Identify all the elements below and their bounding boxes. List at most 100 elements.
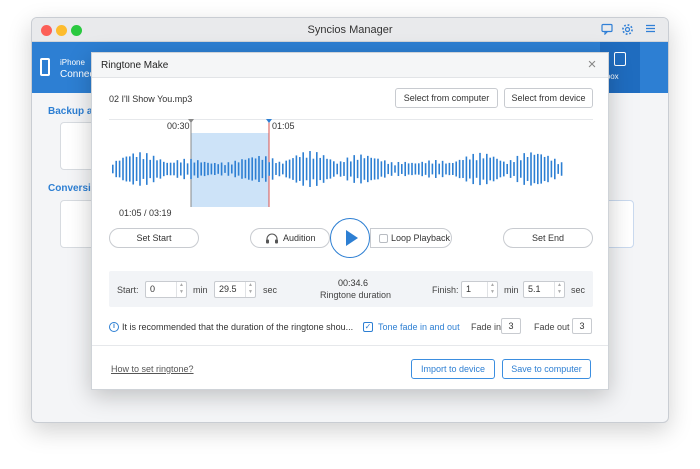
chat-icon[interactable] [600, 23, 614, 37]
waveform-bar [122, 157, 124, 181]
waveform-bar [217, 164, 219, 174]
selection-start-time: 00:30 [167, 121, 190, 131]
waveform-bar [118, 160, 121, 178]
finish-sec-stepper[interactable]: ▲ ▼ [554, 282, 564, 297]
waveform-bar [486, 153, 488, 185]
waveform-bar [469, 159, 471, 179]
waveform-bar [244, 159, 247, 179]
select-from-device-button[interactable]: Select from device [504, 88, 593, 108]
waveform-bar [509, 160, 512, 178]
start-min-unit: min [193, 285, 208, 295]
audition-button[interactable]: Audition [250, 228, 330, 248]
tone-fade-checkbox[interactable]: ✓ [363, 322, 373, 332]
waveform-bar [421, 161, 423, 177]
waveform-bar [394, 165, 396, 173]
waveform-bar [397, 161, 400, 177]
waveform-bar [295, 155, 298, 183]
start-min-stepper[interactable]: ▲ ▼ [176, 282, 186, 297]
set-end-button[interactable]: Set End [503, 228, 593, 248]
finish-min-value: 1 [466, 284, 472, 294]
finish-min-stepper[interactable]: ▲ ▼ [487, 282, 497, 297]
waveform-bar [506, 163, 508, 175]
waveform-bar [407, 163, 410, 175]
menu-icon[interactable] [643, 23, 657, 37]
waveform-bar [234, 160, 236, 178]
waveform-bar [516, 155, 519, 183]
waveform-bar [265, 156, 267, 182]
start-sec-input[interactable]: 29.5 ▲ ▼ [214, 281, 256, 298]
waveform-bar [513, 162, 515, 176]
toolbox-icon [614, 52, 626, 66]
waveform-bar [438, 163, 440, 175]
playback-position: 01:05 / 03:19 [119, 208, 172, 218]
selection-region [191, 133, 269, 207]
finish-sec-input[interactable]: 5.1 ▲ ▼ [523, 281, 565, 298]
waveform-bar [326, 158, 328, 180]
waveform-bar [251, 157, 253, 181]
waveform-bar [176, 160, 179, 178]
waveform-bar [309, 151, 311, 187]
how-to-set-ringtone-link[interactable]: How to set ringtone? [111, 364, 194, 374]
fade-in-input[interactable]: 3 [501, 318, 521, 334]
waveform-bar [356, 159, 359, 179]
waveform-area[interactable]: 00:30 01:05 01:05 / 03:19 [109, 119, 593, 219]
waveform-bar [152, 155, 155, 183]
waveform-bar [370, 157, 372, 181]
waveform-bar [346, 157, 349, 181]
select-from-computer-button[interactable]: Select from computer [395, 88, 498, 108]
dialog-header: Ringtone Make × [92, 53, 608, 78]
waveform-bar [526, 157, 529, 181]
ringtone-duration-value: 00:34.6 [338, 278, 369, 288]
waveform-bar [139, 152, 141, 186]
file-name: 02 I'll Show You.mp3 [109, 94, 193, 104]
waveform-bar [387, 163, 389, 175]
close-icon[interactable]: × [584, 56, 600, 74]
waveform-bar [292, 158, 294, 180]
waveform-bar [380, 161, 383, 177]
waveform-bar [448, 162, 451, 176]
waveform-bar [384, 160, 386, 178]
tone-fade-label[interactable]: Tone fade in and out [378, 322, 460, 332]
waveform-bar [533, 154, 536, 184]
fade-out-input[interactable]: 3 [572, 318, 592, 334]
waveform-bar [173, 162, 175, 176]
finish-sec-unit: sec [571, 285, 586, 295]
loop-playback-checkbox[interactable] [379, 234, 388, 243]
waveform-bar [156, 160, 158, 178]
waveform-bar [322, 155, 325, 183]
waveform-bar [350, 161, 352, 177]
waveform-bar [193, 162, 196, 176]
gear-icon[interactable] [620, 23, 634, 37]
import-to-device-button[interactable]: Import to device [411, 359, 495, 379]
waveform-bar [554, 158, 556, 180]
save-to-computer-button[interactable]: Save to computer [502, 359, 591, 379]
waveform-bar [299, 157, 301, 181]
waveform-bar [414, 163, 417, 175]
waveform-bar [424, 163, 427, 175]
finish-min-input[interactable]: 1 ▲ ▼ [461, 281, 498, 298]
waveform-bar [465, 156, 468, 182]
waveform-bar [452, 163, 454, 175]
start-label: Start: [117, 285, 139, 295]
info-icon: i [109, 322, 119, 332]
waveform-bar [125, 156, 128, 182]
waveform-bar [142, 159, 145, 179]
waveform-bar [285, 160, 287, 178]
waveform-bar [220, 162, 223, 176]
play-button[interactable] [330, 218, 370, 258]
waveform-bar [404, 161, 406, 177]
headphones-icon [266, 233, 278, 244]
waveform-bar [401, 164, 403, 174]
set-start-button[interactable]: Set Start [109, 228, 199, 248]
waveform-bar [557, 164, 559, 174]
waveform-bar [248, 158, 250, 180]
start-sec-stepper[interactable]: ▲ ▼ [245, 282, 255, 297]
waveform-bar [316, 152, 318, 186]
waveform[interactable] [109, 119, 593, 219]
waveform-bar [258, 156, 260, 182]
waveform-bar [282, 163, 284, 175]
waveform-bar [210, 163, 213, 175]
waveform-bar [112, 164, 114, 174]
start-min-input[interactable]: 0 ▲ ▼ [145, 281, 187, 298]
waveform-bar [435, 160, 437, 178]
